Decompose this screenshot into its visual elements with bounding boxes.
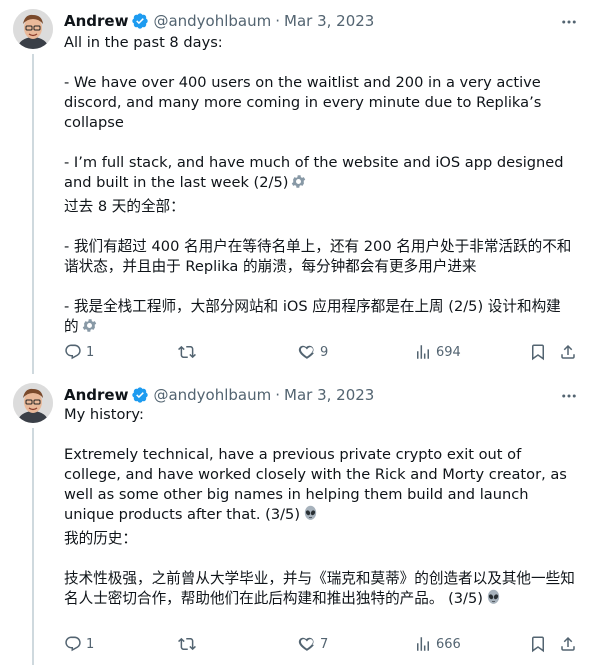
reply-count: 1 [86, 636, 95, 652]
heart-icon [298, 637, 314, 651]
tweet-text: My history: Extremely technical, have a … [64, 405, 575, 609]
avatar[interactable] [13, 9, 53, 49]
separator: · [275, 386, 281, 404]
paragraph: - 我是全栈工程师，大部分网站和 iOS 应用程序都是在上周 (2/5) 设计和… [64, 297, 575, 337]
tweet-header: Andrew @andyohlbaum · Mar 3, 2023 [64, 11, 374, 31]
retweet-button[interactable] [178, 342, 196, 362]
paragraph: 过去 8 天的全部： [64, 198, 185, 215]
like-count: 9 [320, 344, 329, 360]
author-name[interactable]: Andrew [64, 12, 128, 30]
separator: · [275, 12, 281, 30]
tweet-actions: 1 7 666 [64, 634, 579, 654]
paragraph: 技术性极强，之前曾从大学毕业，并与《瑞克和莫蒂》的创造者以及其他一些知名人士密切… [64, 569, 575, 609]
views-icon [417, 637, 429, 651]
bookmark-icon [532, 344, 544, 361]
share-icon [561, 344, 575, 359]
like-button[interactable]: 9 [298, 342, 328, 362]
gear-icon [81, 317, 98, 334]
heart-icon [298, 345, 314, 359]
paragraph: - 我们有超过 400 名用户在等待名单上，还有 200 名用户处于非常活跃的不… [64, 238, 572, 275]
share-button[interactable] [559, 634, 577, 654]
paragraph: 我的历史： [64, 530, 137, 547]
tweet-date[interactable]: Mar 3, 2023 [284, 12, 374, 30]
paragraph: All in the past 8 days: [64, 34, 223, 51]
paragraph: Extremely technical, have a previous pri… [64, 445, 575, 525]
retweet-button[interactable] [178, 634, 196, 654]
share-icon [561, 636, 575, 651]
more-options-icon[interactable] [559, 386, 579, 406]
verified-badge-icon [131, 12, 149, 30]
tweet-date[interactable]: Mar 3, 2023 [284, 386, 374, 404]
reply-icon [65, 344, 81, 360]
reply-count: 1 [86, 344, 95, 360]
tweet-actions: 1 9 694 [64, 342, 579, 362]
reply-button[interactable]: 1 [64, 634, 94, 654]
retweet-icon [178, 345, 196, 359]
share-button[interactable] [559, 342, 577, 362]
paragraph: My history: [64, 406, 144, 423]
views-icon [417, 345, 429, 359]
alien-icon [302, 505, 319, 522]
more-options-icon[interactable] [559, 12, 579, 32]
author-handle[interactable]: @andyohlbaum [153, 12, 271, 30]
like-button[interactable]: 7 [298, 634, 328, 654]
author-name[interactable]: Andrew [64, 386, 128, 404]
bookmark-button[interactable] [529, 342, 547, 362]
tweet-text: All in the past 8 days: - We have over 4… [64, 33, 575, 337]
avatar[interactable] [13, 383, 53, 423]
paragraph-text: - 我是全栈工程师，大部分网站和 iOS 应用程序都是在上周 (2/5) 设计和… [64, 298, 561, 335]
bookmark-button[interactable] [529, 634, 547, 654]
reply-icon [65, 636, 81, 652]
author-handle[interactable]: @andyohlbaum [153, 386, 271, 404]
paragraph: - I’m full stack, and have much of the w… [64, 153, 575, 193]
bookmark-icon [532, 636, 544, 653]
tweet[interactable]: Andrew @andyohlbaum · Mar 3, 2023 All in… [0, 0, 589, 374]
views-button[interactable]: 694 [414, 342, 461, 362]
paragraph-text: - I’m full stack, and have much of the w… [64, 154, 569, 191]
thread-line [32, 428, 34, 665]
paragraph: - We have over 400 users on the waitlist… [64, 74, 546, 131]
retweet-icon [178, 637, 196, 651]
thread-line [32, 54, 34, 374]
tweet-header: Andrew @andyohlbaum · Mar 3, 2023 [64, 385, 374, 405]
alien-icon [485, 589, 502, 606]
view-count: 694 [436, 344, 461, 360]
like-count: 7 [320, 636, 329, 652]
reply-button[interactable]: 1 [64, 342, 94, 362]
verified-badge-icon [131, 386, 149, 404]
gear-icon [290, 173, 307, 190]
view-count: 666 [436, 636, 461, 652]
views-button[interactable]: 666 [414, 634, 461, 654]
tweet[interactable]: Andrew @andyohlbaum · Mar 3, 2023 My his… [0, 374, 589, 665]
